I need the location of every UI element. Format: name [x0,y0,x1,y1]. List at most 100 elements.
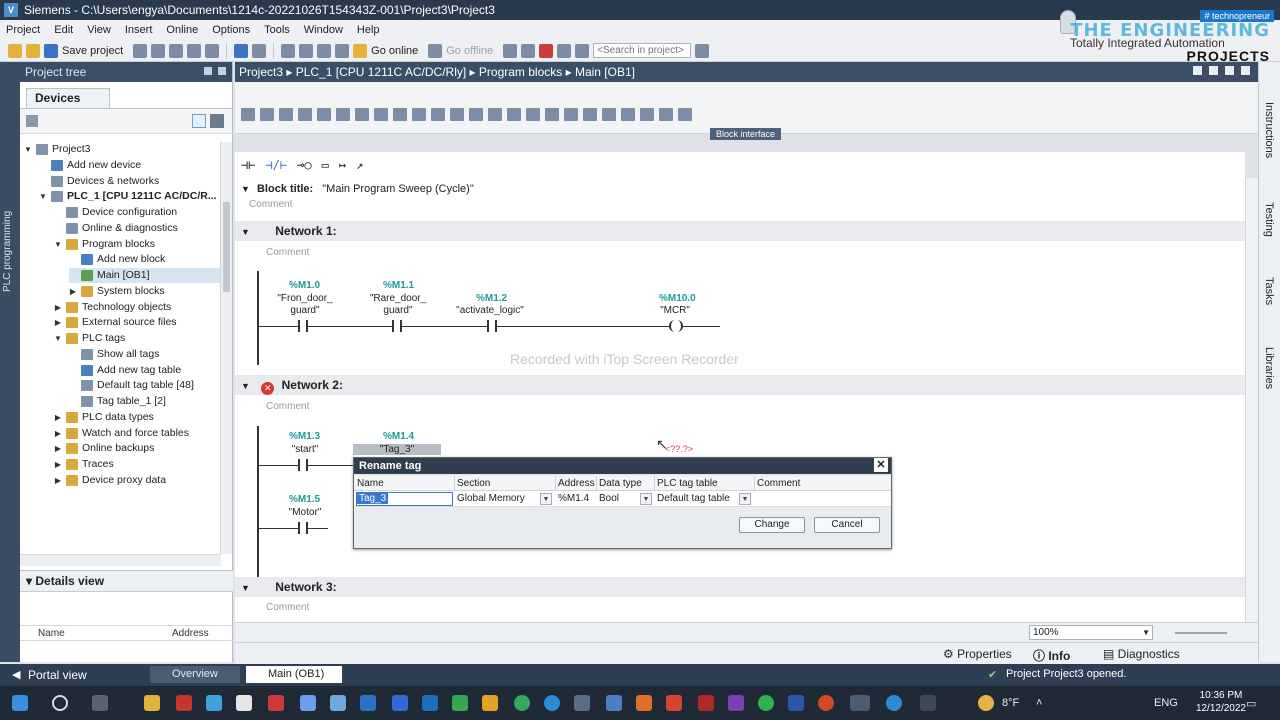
cancel-button[interactable]: Cancel [814,517,880,533]
expand-arrow-icon[interactable]: ▶ [54,410,62,425]
network-comments-icon[interactable] [374,108,388,121]
tree-item[interactable]: ▶ Watch and force tables [54,426,221,441]
portal-view-button[interactable]: Portal view [28,668,87,682]
tree-item[interactable]: Default tag table [48] [69,378,221,393]
tab-libraries[interactable]: Libraries [1263,347,1275,389]
tab-instructions[interactable]: Instructions [1263,102,1275,158]
go-offline-button[interactable]: Go offline [446,45,493,57]
network-1-header[interactable]: ▼ Network 1: [235,221,1245,241]
contact-address[interactable]: %M1.4 [383,431,414,442]
contact-tag-name[interactable]: "start" [275,444,335,455]
expand-arrow-icon[interactable]: ▶ [54,315,62,330]
tree-item[interactable]: Add new tag table [69,363,221,378]
tree-item[interactable]: ▶ PLC data types [54,410,221,425]
app-icon[interactable] [268,695,284,711]
details-col-name[interactable]: Name [38,628,65,639]
tree-vertical-scrollbar[interactable] [220,142,232,554]
details-col-address[interactable]: Address [172,628,209,639]
back-arrow-icon[interactable]: ◀ [12,668,20,681]
expand-arrow-icon[interactable]: ▼ [54,331,62,346]
overview-tab[interactable]: Overview [150,666,240,683]
no-contact[interactable] [298,459,308,471]
snapshot-icon[interactable] [526,108,540,121]
tray-expand-icon[interactable]: ˄ [1036,697,1042,709]
new-project-icon[interactable] [8,43,22,58]
sync-icon[interactable] [210,114,224,128]
protection-icon[interactable] [678,108,692,121]
expand-arrow-icon[interactable]: ▶ [54,300,62,315]
weather-temp[interactable]: 8°F [1002,697,1019,709]
compile-icon[interactable] [281,43,296,58]
restore-icon[interactable] [1209,66,1218,75]
chrome-icon[interactable] [514,695,530,711]
cross-reference-icon[interactable] [521,43,536,58]
windows-start-icon[interactable] [12,695,28,711]
tree-item[interactable]: Devices & networks [39,174,221,189]
outlook-icon[interactable] [422,695,438,711]
open-branch-icon[interactable]: ↦ [339,158,346,172]
favorites-icon[interactable] [393,108,407,121]
no-contact[interactable] [487,320,497,332]
dialog-close-icon[interactable]: ✕ [874,458,888,472]
delete-icon[interactable] [205,43,220,58]
tab-devices[interactable]: Devices [26,88,110,108]
tree-item[interactable]: ▶ Technology objects [54,300,221,315]
undo-icon[interactable] [234,43,249,58]
properties-tab[interactable]: ⚙ Properties [943,647,1012,661]
publisher-icon[interactable] [728,695,744,711]
tree-item[interactable]: ▶ Device proxy data [54,473,221,488]
menu-help[interactable]: Help [357,24,380,36]
expand-arrow-icon[interactable]: ▼ [54,237,62,252]
tag-name-value[interactable]: Tag_3 [357,493,389,504]
accessible-devices-icon[interactable] [503,43,518,58]
output-coil[interactable] [669,320,683,332]
split-horizontal-icon[interactable] [557,43,572,58]
callstructure-icon[interactable] [659,108,673,121]
app-icon[interactable] [666,695,682,711]
close-branch-icon[interactable]: ↗ [356,158,363,172]
no-contact[interactable] [392,320,402,332]
expand-arrow-icon[interactable]: ▶ [54,441,62,456]
monitoring-on-off-icon[interactable] [621,108,635,121]
edge-icon[interactable] [206,695,222,711]
open-project-icon[interactable] [26,43,40,58]
people-icon[interactable] [920,695,936,711]
compare-icon[interactable] [545,108,559,121]
tree-item[interactable]: Show all tags [69,347,221,362]
minimize-icon[interactable] [1193,66,1202,75]
tab-tasks[interactable]: Tasks [1263,277,1275,305]
overview-toggle-icon[interactable] [192,114,206,128]
zoom-icon[interactable] [450,108,464,121]
menu-options[interactable]: Options [212,24,250,36]
search-icon[interactable] [52,695,68,711]
change-button[interactable]: Change [739,517,805,533]
contact-tag-name-selected[interactable]: "Tag_3" [353,444,441,455]
tree-item[interactable]: ▶ External source files [54,315,221,330]
app-icon[interactable] [176,695,192,711]
weather-icon[interactable] [978,695,994,711]
app-icon[interactable] [452,695,468,711]
menu-insert[interactable]: Insert [125,24,153,36]
network-1-comment[interactable]: Comment [266,247,309,258]
app-icon[interactable] [300,695,316,711]
ie-icon[interactable] [360,695,376,711]
contact-address[interactable]: %M1.2 [476,293,507,304]
help-icon[interactable] [886,695,902,711]
collapse-panel-icon[interactable] [218,67,226,75]
tree-item[interactable]: ▼ PLC_1 [CPU 1211C AC/DC/R... [39,189,221,204]
tree-item[interactable]: Add new device [39,158,221,173]
menu-window[interactable]: Window [304,24,343,36]
coil-address[interactable]: %M10.0 [659,293,696,304]
force-icon[interactable] [507,108,521,121]
data-type-value[interactable]: Bool [599,493,619,504]
plc-programming-tab[interactable]: PLC programming [0,62,20,662]
tree-item[interactable]: Add new block [69,252,221,267]
menu-online[interactable]: Online [166,24,198,36]
empty-box-icon[interactable]: ▭ [322,158,329,172]
monitor-icon[interactable] [469,108,483,121]
simulation-icon[interactable] [335,43,350,58]
contact-tag-name[interactable]: "Motor" [275,507,335,518]
zoom-select[interactable]: 100% ▼ [1029,625,1153,640]
delete-network-icon[interactable] [260,108,274,121]
refresh-icon[interactable] [640,108,654,121]
